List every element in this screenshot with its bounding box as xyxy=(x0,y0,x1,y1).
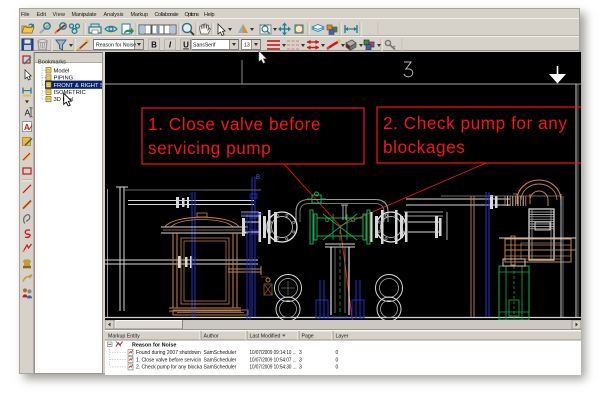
svg-text:SamScheduler: SamScheduler xyxy=(204,350,237,356)
svg-text:Edit: Edit xyxy=(37,12,47,18)
svg-text:A: A xyxy=(25,107,31,117)
svg-text:Markup: Markup xyxy=(131,12,149,18)
svg-text:0: 0 xyxy=(336,357,339,363)
svg-text:Layer: Layer xyxy=(336,334,349,340)
svg-text:Author: Author xyxy=(204,334,220,340)
svg-text:1. Close valve before servicin: 1. Close valve before servicin xyxy=(136,357,202,363)
svg-text:3: 3 xyxy=(299,350,302,356)
svg-text:Model: Model xyxy=(54,68,70,74)
svg-text:I: I xyxy=(169,41,172,50)
svg-text:File: File xyxy=(21,12,30,18)
svg-text:SamScheduler: SamScheduler xyxy=(204,357,237,363)
svg-text:2. Check pump for any: 2. Check pump for any xyxy=(383,113,567,133)
svg-text:B: B xyxy=(151,41,157,50)
svg-text:Markup Entity: Markup Entity xyxy=(108,334,140,340)
svg-text:blockages: blockages xyxy=(383,137,465,157)
svg-text:SansSerif: SansSerif xyxy=(193,43,216,49)
svg-text:Found during 2007 shutdown: Found during 2007 shutdown xyxy=(136,350,201,356)
svg-text:0: 0 xyxy=(336,350,339,356)
svg-text:FRONT & RIGHT SID: FRONT & RIGHT SID xyxy=(54,83,103,89)
svg-text:Collaborate: Collaborate xyxy=(155,12,179,18)
svg-text:10/07/2009 10:54:07 ...: 10/07/2009 10:54:07 ... xyxy=(250,357,297,363)
svg-text:Reason for Noise: Reason for Noise xyxy=(96,43,136,49)
svg-text:B: B xyxy=(256,175,260,181)
svg-text:10/07/2009 09:14:10 ...: 10/07/2009 09:14:10 ... xyxy=(250,350,297,356)
svg-text:Help: Help xyxy=(204,12,215,18)
svg-text:0: 0 xyxy=(336,365,339,371)
svg-text:3: 3 xyxy=(299,365,302,371)
svg-text:2. Check pump for any blocka: 2. Check pump for any blocka xyxy=(136,365,202,371)
svg-text:13: 13 xyxy=(244,43,250,49)
svg-text:1. Close valve before: 1. Close valve before xyxy=(148,114,321,134)
svg-text:Page: Page xyxy=(302,334,314,340)
svg-text:U: U xyxy=(183,41,189,50)
svg-text:Options: Options xyxy=(185,12,200,18)
svg-text:Manipulate: Manipulate xyxy=(72,12,97,18)
svg-text:Analysis: Analysis xyxy=(104,12,124,18)
svg-text:3: 3 xyxy=(299,357,302,363)
svg-text:A: A xyxy=(24,123,30,132)
svg-text:Last Modified: Last Modified xyxy=(250,334,281,340)
svg-text:10/07/2009 10:54:30 ...: 10/07/2009 10:54:30 ... xyxy=(250,365,297,371)
svg-text:SamScheduler: SamScheduler xyxy=(204,365,237,371)
svg-text:View: View xyxy=(53,12,66,18)
svg-text:servicing pump: servicing pump xyxy=(148,138,271,158)
svg-text:Reason for Noise: Reason for Noise xyxy=(132,343,176,349)
